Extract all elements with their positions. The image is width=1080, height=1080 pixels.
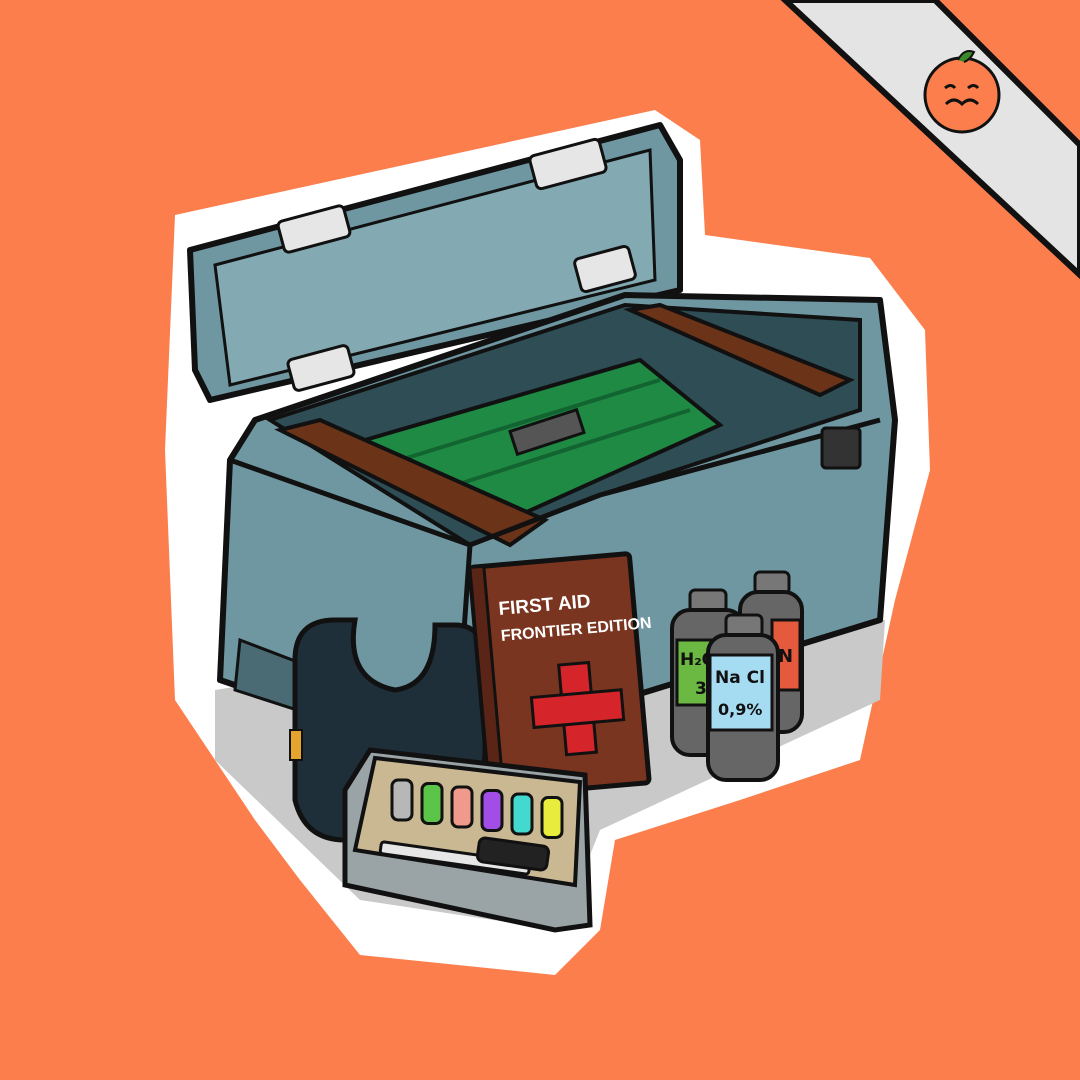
vial-2 [420,782,444,825]
side-latch [820,426,862,470]
third-bottle-label: N [778,646,793,667]
saline-percent: 0,9% [718,700,762,719]
corner-banner [780,0,1080,280]
vial-5 [510,792,534,836]
illustration-canvas: FIRST AID FRONTIER EDITION H₂O₂ 3% N Na … [165,0,1080,975]
bottle-saline: Na Cl 0,9% [706,613,780,782]
vial-1 [390,778,414,822]
vial-4 [480,789,504,832]
vial-6 [540,796,564,839]
vial-3 [450,785,474,829]
saline-label: Na Cl [715,668,765,688]
